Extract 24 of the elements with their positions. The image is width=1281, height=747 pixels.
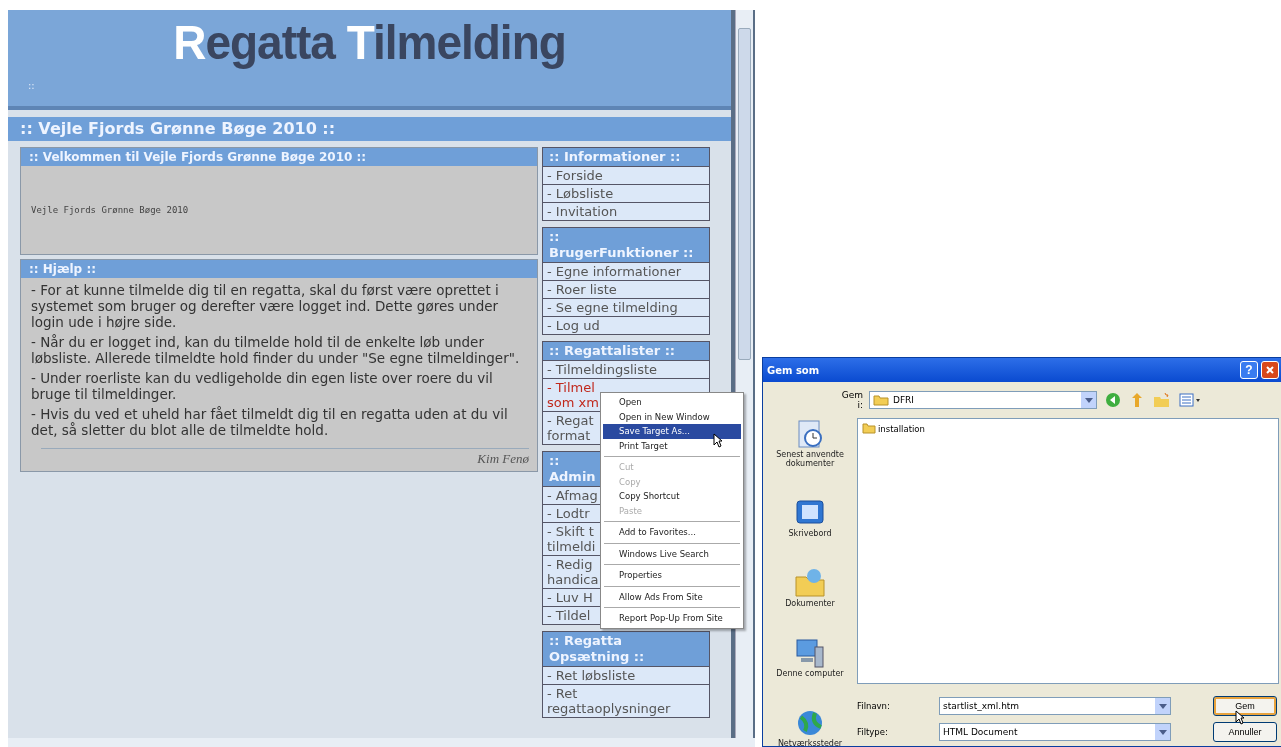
location-label: Gem i: [840,390,863,410]
filetype-label: Filtype: [857,727,889,737]
menu-heading: :: Informationer :: [543,148,709,166]
site-logo: Regatta Tilmelding [173,13,566,70]
panel-heading: :: Hjælp :: [21,260,537,278]
page-title: :: Vejle Fjords Grønne Bøge 2010 :: [8,117,731,141]
signature: Kim Fenø [476,451,529,467]
help-paragraph: - Under roerliste kan du vedligeholde din egen liste over roere du vil bruge til tilmeldinger. [31,370,494,402]
banner-marker: :: [28,80,35,91]
menu-heading: :: BrugerFunktioner :: [543,228,709,262]
menu-heading: :: Regatta Opsætning :: [543,632,709,666]
place-label: Netværkssteder [777,739,843,747]
dialog-title: Gem som [767,364,821,376]
place-label: Skrivebord [788,529,832,538]
welcome-text: Vejle Fjords Grønne Bøge 2010 [31,205,189,215]
menu-heading: :: Regattalister :: [543,342,709,360]
place-label: Dokumenter [785,599,835,608]
filename-label: Filnavn: [857,701,891,711]
place-label: Senest anvendte dokumenter [775,450,845,468]
help-paragraph: - For at kunne tilmelde dig til en regatta, skal du først være oprettet i systemet som bruger og derefter være logget ind. Dette gøres under login ude i højre side. [31,282,500,330]
panel-heading: :: Velkommen til Vejle Fjords Grønne Bøge 2010 :: [21,148,537,166]
place-label: Denne computer [776,669,844,678]
help-paragraph: - Når du er logget ind, kan du tilmelde hold til de enkelte løb under løbsliste. Allerede tilmeldte hold finder du under "Se egne tilmeldinger". [31,334,521,366]
help-paragraph: - Hvis du ved et uheld har fået tilmeldt dig til en regatta uden at du vil det, så sletter du blot alle de tilmeldte hold. [31,406,509,438]
